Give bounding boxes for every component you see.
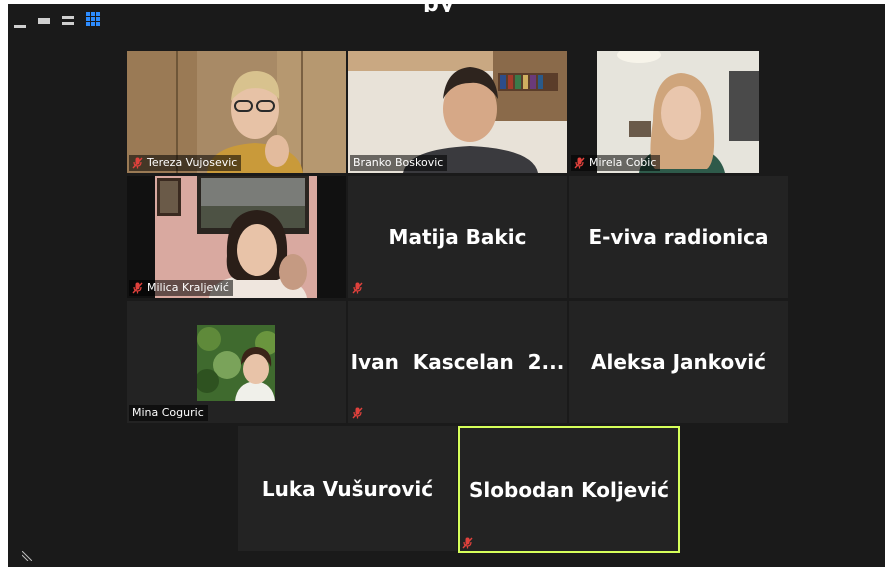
participant-tile-matija[interactable]: Matija Bakic — [348, 176, 567, 298]
speaker-view-icon[interactable] — [62, 14, 74, 28]
resize-grip-icon[interactable] — [22, 551, 32, 561]
participant-tile-mirela[interactable]: Mirela Cobic — [569, 51, 788, 173]
participant-name: Mirela Cobic — [589, 156, 657, 169]
participant-name-label: Milica Kraljević — [129, 280, 233, 296]
participant-tile-e-viva[interactable]: E-viva radionica — [569, 176, 788, 298]
gallery-view-icon[interactable] — [86, 12, 100, 26]
participant-tile-ivan[interactable]: Ivan Kascelan 2... — [348, 301, 567, 423]
participant-tile-luka[interactable]: Luka Vušurović — [238, 426, 457, 551]
participant-name-display: Luka Vušurović — [261, 476, 434, 501]
muted-microphone-icon — [132, 282, 143, 294]
participant-tile-tereza[interactable]: Tereza Vujosevic — [127, 51, 346, 173]
participant-name: Tereza Vujosevic — [147, 156, 238, 169]
participant-name-label: Mina Coguric — [129, 405, 208, 421]
participant-name-label: Tereza Vujosevic — [129, 155, 242, 171]
participant-name: Mina Coguric — [132, 406, 204, 419]
participant-tile-milica[interactable]: Milica Kraljević — [127, 176, 346, 298]
minimize-view-icon[interactable] — [14, 14, 26, 28]
participant-name: Branko Boskovic — [353, 156, 444, 169]
participant-tile-mina[interactable]: Mina Coguric — [127, 301, 346, 423]
meeting-window: py Tereza — [8, 0, 885, 567]
window-title-fragment: py — [423, 0, 533, 12]
muted-microphone-icon — [132, 157, 143, 169]
participant-name-display: E-viva radionica — [588, 225, 769, 249]
participant-name-label: Branko Boskovic — [350, 155, 448, 171]
participant-tile-aleksa[interactable]: Aleksa Janković — [569, 301, 788, 423]
muted-microphone-icon — [352, 282, 363, 294]
participant-name-display: Slobodan Koljević — [469, 477, 669, 502]
profile-picture — [197, 325, 275, 401]
participant-tile-slobodan[interactable]: Slobodan Koljević — [458, 426, 680, 553]
participant-name-display: Matija Bakic — [388, 225, 527, 249]
participant-name: Milica Kraljević — [147, 281, 229, 294]
participant-tile-branko[interactable]: Branko Boskovic — [348, 51, 567, 173]
filmstrip-view-icon[interactable] — [38, 14, 50, 28]
participant-name-display: Aleksa Janković — [591, 350, 766, 374]
participant-name-label: Mirela Cobic — [571, 155, 661, 171]
muted-microphone-icon — [352, 407, 363, 419]
meeting-top-bar: py — [8, 0, 885, 42]
participant-name-display: Ivan Kascelan 2... — [350, 350, 565, 374]
muted-microphone-icon — [462, 537, 473, 549]
muted-microphone-icon — [574, 157, 585, 169]
